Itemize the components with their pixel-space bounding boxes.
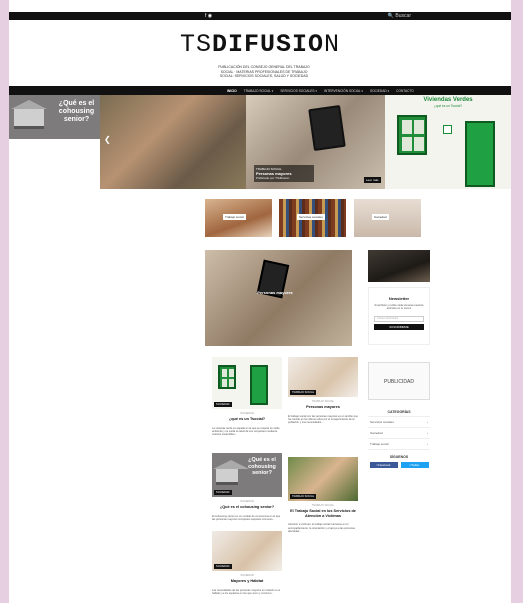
post-card[interactable]: SOCIEDAD SOCIEDAD Mayores y Hábitat Las … (212, 531, 282, 595)
mini-post-label: Servicios sociales (297, 214, 325, 220)
newsletter-title: Newsletter (388, 296, 410, 301)
category-item[interactable]: Servicios sociales › (368, 417, 430, 428)
mini-post[interactable]: Servicios sociales (279, 199, 346, 237)
newsletter-description: Suscríbete y recibe cada semana nuestros… (374, 304, 424, 311)
slide-title: Viviendas Verdes (423, 97, 473, 103)
post-image: ¿Qué es el cohousing senior? SOCIEDAD (212, 453, 282, 497)
follow-widget: SÍGUENOS f Facebook t Twitter (368, 455, 430, 468)
wall-sign-image (443, 125, 452, 134)
search-icon[interactable]: 🔍 Buscar (388, 13, 411, 19)
slider-prev-arrow[interactable]: ❮ (104, 135, 111, 144)
post-title[interactable]: ¿Qué es el cohousing senior? (212, 505, 282, 510)
post-tag: SOCIEDAD (214, 402, 232, 407)
slide-cohousing[interactable]: ¿Qué es el cohousing senior? (9, 95, 100, 139)
post-excerpt: La vivienda verde es aquella en la que s… (212, 426, 280, 437)
logo-part: DIFUSI (211, 30, 308, 59)
post-category: SOCIEDAD (240, 500, 254, 503)
newsletter-email-field[interactable]: Correo electrónico (374, 315, 424, 322)
follow-title: SÍGUENOS (389, 455, 409, 459)
slide-tablet[interactable]: TRABAJO SOCIAL Personas mayores Publicad… (246, 95, 385, 189)
nav-item-servicios-sociales[interactable]: SERVICIOS SOCIALES ▾ (280, 89, 317, 93)
window-image (397, 115, 427, 155)
category-item[interactable]: Sociedad › (368, 428, 430, 439)
post-title[interactable]: Mayores y Hábitat (212, 579, 282, 584)
post-title[interactable]: El Trabajo Social en los Servicios de At… (288, 509, 358, 518)
featured-title: Personas mayores (257, 290, 293, 295)
post-tag: SOCIEDAD (214, 490, 232, 495)
read-more-badge[interactable]: Leer más (364, 177, 381, 183)
post-card[interactable]: TRABAJO SOCIAL TRABAJO SOCIAL Personas m… (288, 357, 358, 425)
logo-part: O (308, 30, 325, 59)
post-excerpt: El cohousing senior es un modelo de conv… (212, 514, 281, 521)
mini-post[interactable]: Trabajo social (205, 199, 272, 237)
ad-slot: PUBLICIDAD (368, 362, 430, 400)
mini-post[interactable]: Sociedad (354, 199, 421, 237)
logo-part: TS (179, 30, 212, 59)
mini-post-label: Sociedad (372, 214, 389, 220)
nav-item-trabajo-social[interactable]: TRABAJO SOCIAL ▾ (244, 89, 274, 93)
top-bar: f ◉ 🔍 Buscar (9, 12, 511, 20)
mini-post-label: Trabajo social (223, 214, 246, 220)
page: f ◉ 🔍 Buscar TSDIFUSION PUBLICACIÓN DEL … (9, 0, 511, 603)
slide-title: ¿Qué es el cohousing senior? (58, 100, 95, 123)
post-category: TRABAJO SOCIAL (311, 504, 335, 507)
slide-caption: TRABAJO SOCIAL Personas mayores Publicad… (254, 165, 314, 182)
hero-slider: ¿Qué es el cohousing senior? ❮ TRABAJO S… (9, 95, 511, 189)
post-excerpt: El trabajo social con las personas mayor… (288, 414, 358, 425)
house-image (11, 100, 47, 129)
post-image: TRABAJO SOCIAL (288, 457, 358, 501)
categories-widget: CATEGORÍAS Servicios sociales › Sociedad ›… (368, 410, 430, 450)
post-title[interactable]: ¿qué es un Tsocial? (212, 417, 282, 422)
featured-post[interactable]: Personas mayores (205, 250, 352, 346)
post-excerpt: Las necesidades de las personas mayores … (212, 588, 281, 595)
post-card[interactable]: TRABAJO SOCIAL TRABAJO SOCIAL El Trabajo… (288, 457, 358, 533)
category-item[interactable]: Trabajo social › (368, 439, 430, 450)
twitter-button[interactable]: t Twitter (400, 462, 429, 468)
post-title[interactable]: Personas mayores (288, 405, 358, 410)
nav-item-contacto[interactable]: CONTACTO (396, 89, 414, 93)
nav-item-sociedad[interactable]: SOCIEDAD ▾ (370, 89, 389, 93)
nav-item-inicio[interactable]: INICIO (227, 89, 237, 93)
post-image: SOCIEDAD (212, 531, 282, 571)
post-card[interactable]: ¿Qué es el cohousing senior? SOCIEDAD SO… (212, 453, 282, 521)
slide-hands[interactable]: ❮ (100, 95, 246, 189)
sidebar-image (368, 250, 430, 282)
post-tag: TRABAJO SOCIAL (290, 390, 317, 395)
slide-meta: Publicado por TSdifusion (256, 176, 290, 180)
post-category: SOCIEDAD (240, 574, 254, 577)
post-image: SOCIEDAD (212, 357, 282, 409)
categories-title: CATEGORÍAS (368, 410, 430, 417)
nav-item-intervencion-social[interactable]: INTERVENCIÓN SOCIAL ▾ (324, 89, 363, 93)
facebook-button[interactable]: f Facebook (369, 462, 398, 468)
post-excerpt: Atención a víctimas: el trabajo social i… (288, 523, 355, 533)
site-tagline: PUBLICACIÓN DEL CONSEJO GENERAL DEL TRAB… (218, 65, 310, 79)
social-icons[interactable]: f ◉ (205, 13, 212, 19)
slide-viviendas-verdes[interactable]: Viviendas Verdes ¿qué es un Tsocial? (385, 95, 511, 189)
subscribe-button[interactable]: SUSCRIBIRME (374, 323, 424, 330)
door-image (465, 121, 495, 187)
post-image: TRABAJO SOCIAL (288, 357, 358, 397)
tablet-image (308, 104, 346, 152)
main-nav: INICIO TRABAJO SOCIAL ▾ SERVICIOS SOCIAL… (9, 86, 511, 95)
logo-part: N (324, 30, 341, 59)
site-logo[interactable]: TSDIFUSION (9, 30, 511, 59)
newsletter-widget: Newsletter Suscríbete y recibe cada sema… (368, 287, 430, 345)
post-category: SOCIEDAD (240, 412, 254, 415)
slide-subtitle: ¿qué es un Tsocial? (433, 104, 463, 108)
post-tag: SOCIEDAD (214, 564, 232, 569)
post-tag: TRABAJO SOCIAL (290, 494, 317, 499)
post-card[interactable]: SOCIEDAD SOCIEDAD ¿qué es un Tsocial? La… (212, 357, 282, 437)
post-category: TRABAJO SOCIAL (311, 400, 335, 403)
